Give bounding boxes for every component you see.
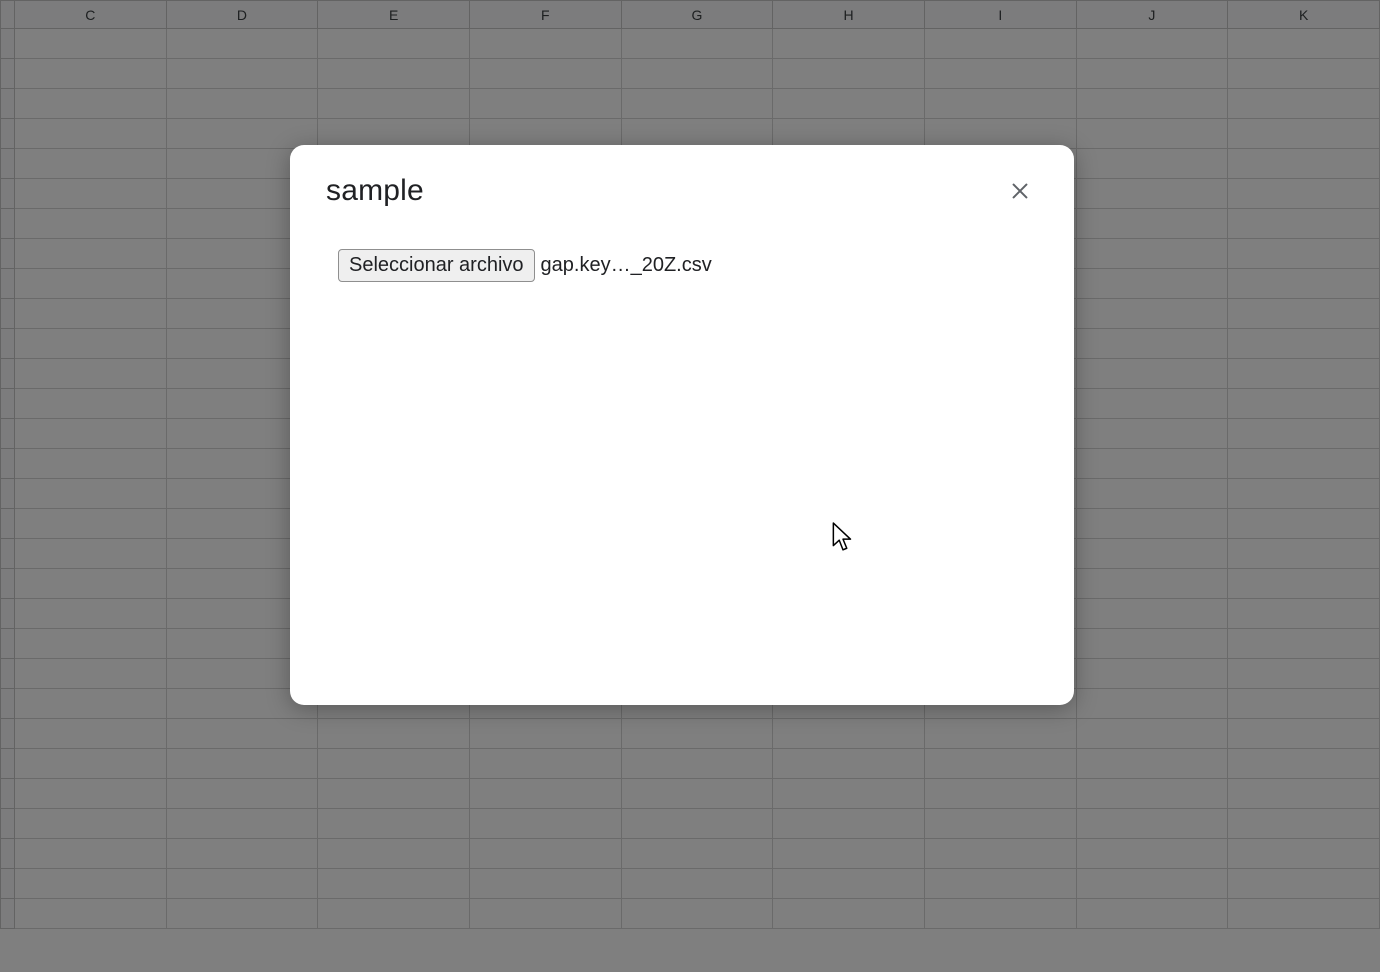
select-file-button[interactable]: Seleccionar archivo <box>338 249 535 282</box>
file-input-row: Seleccionar archivo gap.key…_20Z.csv <box>338 249 1038 282</box>
close-icon <box>1009 180 1031 202</box>
file-upload-dialog: sample Seleccionar archivo gap.key…_20Z.… <box>290 145 1074 705</box>
selected-file-name: gap.key…_20Z.csv <box>541 254 712 277</box>
close-button[interactable] <box>1002 173 1038 209</box>
dialog-title: sample <box>326 174 424 208</box>
dialog-body: Seleccionar archivo gap.key…_20Z.csv <box>326 209 1038 282</box>
dialog-header: sample <box>326 173 1038 209</box>
